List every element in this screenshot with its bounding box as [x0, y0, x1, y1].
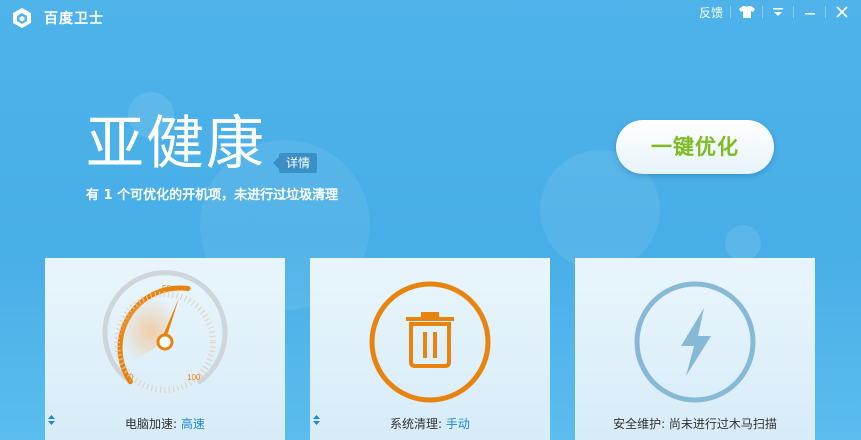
- close-icon[interactable]: [832, 4, 852, 20]
- gauge-max-label: 100: [187, 373, 201, 382]
- trash-can-icon: [369, 281, 491, 403]
- speedup-card[interactable]: 50 0 100 电脑加速: 高速: [45, 258, 285, 440]
- details-button[interactable]: 详情: [272, 153, 318, 173]
- system-clean-mode-value[interactable]: 手动: [446, 417, 470, 431]
- skin-tshirt-icon[interactable]: [737, 4, 757, 20]
- system-clean-card[interactable]: 系统清理: 手动: [310, 258, 550, 440]
- speedup-mode-value[interactable]: 高速: [181, 417, 205, 431]
- app-title: 百度卫士: [44, 11, 104, 27]
- feedback-link[interactable]: 反馈: [699, 4, 723, 21]
- gauge-min-label: 0: [129, 373, 134, 382]
- health-status-title: 亚健康: [86, 109, 267, 177]
- lightning-bolt-icon: [634, 281, 756, 403]
- titlebar-separator: [825, 6, 826, 18]
- security-maintenance-card[interactable]: 安全维护: 尚未进行过木马扫描: [575, 258, 815, 440]
- gauge-mid-label: 50: [162, 284, 171, 293]
- updown-arrows-icon[interactable]: [48, 415, 55, 425]
- minimize-icon[interactable]: [800, 4, 820, 20]
- baidu-guard-logo-icon: [13, 8, 31, 28]
- titlebar-separator: [730, 6, 731, 18]
- system-clean-label: 系统清理:: [390, 417, 443, 431]
- system-clean-status: 系统清理: 手动: [310, 415, 550, 432]
- speedup-status: 电脑加速: 高速: [45, 415, 285, 432]
- updown-arrows-icon[interactable]: [313, 415, 320, 425]
- speedup-label: 电脑加速:: [125, 417, 178, 431]
- titlebar-separator: [793, 6, 794, 18]
- health-status-subtitle: 有 1 个可优化的开机项，未进行过垃圾清理: [86, 188, 339, 203]
- speed-gauge-icon: 50 0 100: [102, 270, 228, 393]
- background-bubble: [725, 225, 761, 261]
- security-maintenance-status: 安全维护: 尚未进行过木马扫描: [613, 417, 777, 431]
- menu-dropdown-icon[interactable]: [768, 4, 788, 20]
- title-bar: 百度卫士 反馈: [0, 0, 861, 34]
- one-click-optimize-button[interactable]: 一键优化: [616, 120, 774, 174]
- titlebar-separator: [762, 6, 763, 18]
